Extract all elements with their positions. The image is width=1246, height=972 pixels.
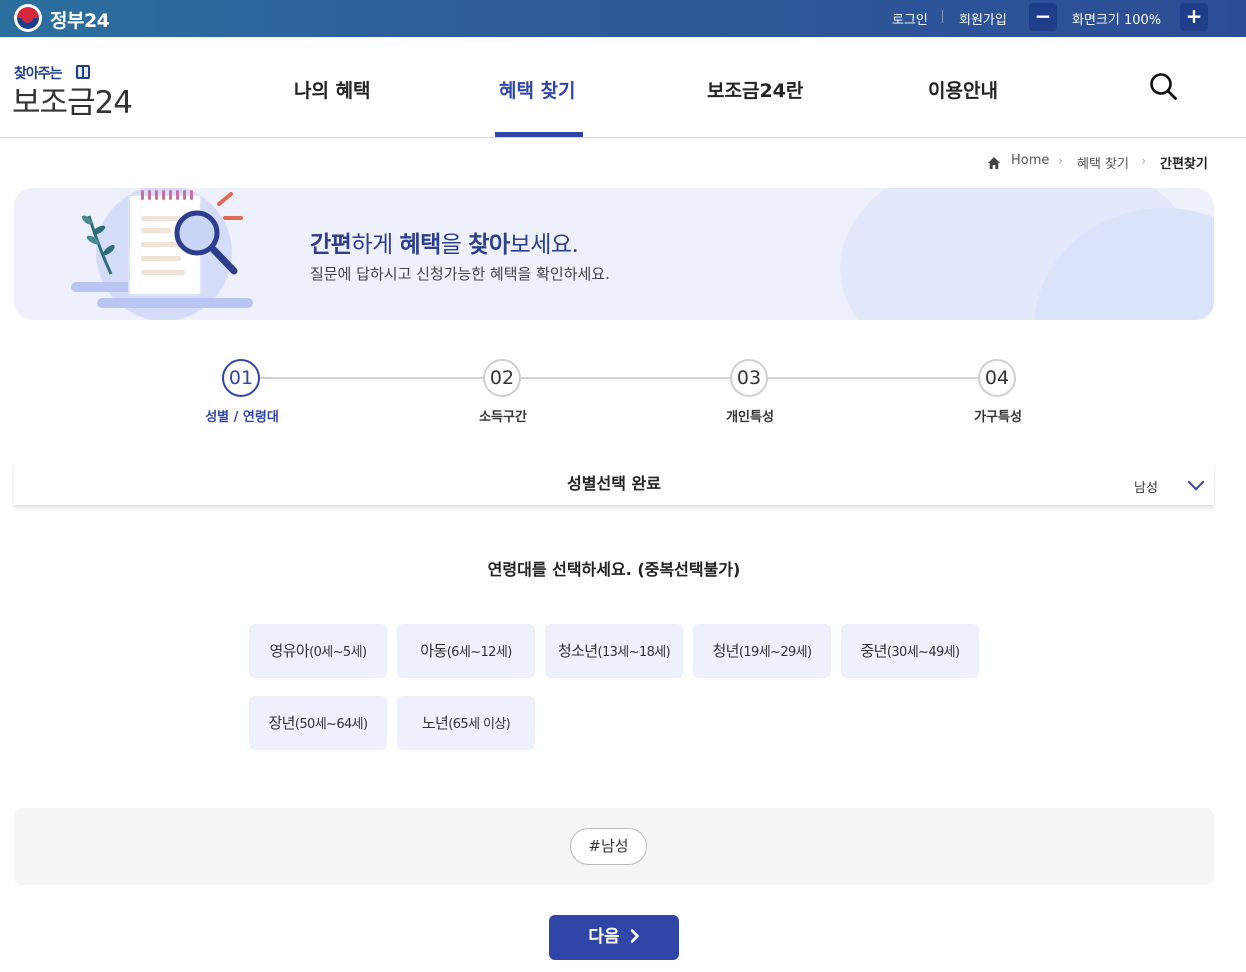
zoom-out-button[interactable]: −	[1029, 3, 1057, 31]
divider	[942, 10, 943, 23]
step-connector	[768, 377, 979, 379]
nav-about-subsidy[interactable]: 보조금24란	[707, 76, 803, 103]
next-button[interactable]: 다음	[549, 915, 679, 960]
signup-link[interactable]: 회원가입	[959, 9, 1007, 28]
step-2-circle: 02	[483, 359, 521, 397]
nav-find-benefits[interactable]: 혜택 찾기	[499, 76, 576, 103]
site-logo[interactable]: 보조금24	[12, 77, 133, 122]
home-icon[interactable]	[987, 156, 1001, 170]
breadcrumb-current: 간편찾기	[1160, 157, 1208, 172]
zoom-in-button[interactable]: +	[1180, 3, 1208, 31]
age-option-youth[interactable]: 청년(19세~29세)	[693, 624, 831, 678]
age-option-senior-adult[interactable]: 장년(50세~64세)	[249, 696, 387, 750]
hero-banner: 간편하게 혜택을 찾아보세요. 질문에 답하시고 신청가능한 혜택을 확인하세요…	[14, 188, 1214, 320]
nav-guide[interactable]: 이용안내	[928, 76, 998, 103]
breadcrumb-find-benefits[interactable]: 혜택 찾기	[1077, 153, 1129, 172]
breadcrumb-home[interactable]: Home	[1011, 153, 1049, 168]
gov-emblem-icon[interactable]	[14, 4, 42, 32]
step-2-label: 소득구간	[479, 410, 527, 425]
login-link[interactable]: 로그인	[892, 9, 928, 28]
search-icon[interactable]	[1149, 72, 1177, 100]
step-connector	[521, 377, 731, 379]
zoom-level-label: 화면크기 100%	[1072, 13, 1162, 28]
age-option-elderly[interactable]: 노년(65세 이상)	[397, 696, 535, 750]
age-option-teen[interactable]: 청소년(13세~18세)	[545, 624, 683, 678]
banner-subtitle: 질문에 답하시고 신청가능한 혜택을 확인하세요.	[310, 265, 610, 283]
step-1-circle: 01	[222, 359, 260, 397]
selected-tags-panel: #남성	[14, 808, 1214, 885]
gender-section-title: 성별선택 완료	[567, 474, 661, 493]
step-3-label: 개인특성	[726, 410, 774, 425]
gov-top-bar: 정부24 로그인 회원가입 − 화면크기 100% +	[0, 0, 1246, 37]
gov24-link[interactable]: 정부24	[50, 6, 110, 33]
breadcrumb-chevron-icon: ›	[1058, 154, 1064, 169]
age-option-child[interactable]: 아동(6세~12세)	[397, 624, 535, 678]
search-document-illustration	[71, 188, 253, 320]
age-option-infant[interactable]: 영유아(0세~5세)	[249, 624, 387, 678]
step-1-label: 성별 / 연령대	[205, 410, 279, 425]
active-nav-indicator	[495, 132, 583, 137]
site-header: 찾아주는 보조금24 나의 혜택 혜택 찾기 보조금24란 이용안내	[0, 37, 1246, 138]
gender-section-toggle[interactable]: 성별선택 완료 남성	[14, 462, 1214, 505]
breadcrumb-chevron-icon: ›	[1141, 154, 1147, 169]
chevron-right-icon	[630, 928, 639, 943]
step-3-circle: 03	[730, 359, 768, 397]
step-connector	[260, 377, 484, 379]
banner-title: 간편하게 혜택을 찾아보세요.	[310, 232, 579, 258]
age-question: 연령대를 선택하세요. (중복선택불가)	[487, 560, 741, 579]
step-4-label: 가구특성	[974, 410, 1022, 425]
gender-selected-value: 남성	[1134, 481, 1158, 496]
age-option-middle-age[interactable]: 중년(30세~49세)	[841, 624, 979, 678]
next-button-label: 다음	[588, 927, 620, 947]
selected-tag: #남성	[570, 828, 647, 865]
step-4-circle: 04	[978, 359, 1016, 397]
nav-my-benefits[interactable]: 나의 혜택	[294, 76, 371, 103]
